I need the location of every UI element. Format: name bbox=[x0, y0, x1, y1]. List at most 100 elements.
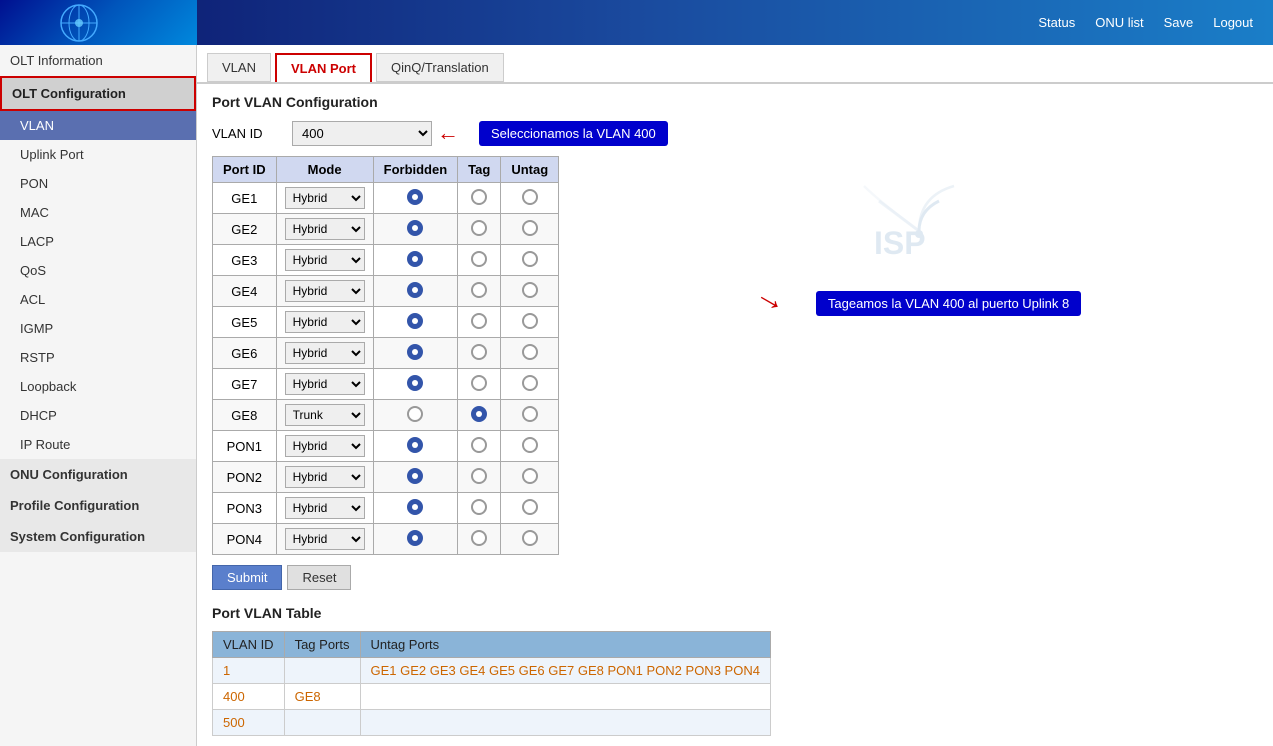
tab-vlan-port[interactable]: VLAN Port bbox=[275, 53, 372, 82]
forbidden-cell[interactable] bbox=[373, 462, 458, 493]
forbidden-cell[interactable] bbox=[373, 183, 458, 214]
tag-radio-empty[interactable] bbox=[471, 282, 487, 298]
tag-cell[interactable] bbox=[458, 431, 501, 462]
untag-cell[interactable] bbox=[501, 338, 559, 369]
untag-radio-empty[interactable] bbox=[522, 406, 538, 422]
tag-cell[interactable] bbox=[458, 183, 501, 214]
sidebar-item-igmp[interactable]: IGMP bbox=[0, 314, 196, 343]
forbidden-radio-filled[interactable] bbox=[407, 437, 423, 453]
forbidden-cell[interactable] bbox=[373, 245, 458, 276]
tag-radio-empty[interactable] bbox=[471, 344, 487, 360]
forbidden-radio-filled[interactable] bbox=[407, 313, 423, 329]
tag-radio-empty[interactable] bbox=[471, 499, 487, 515]
forbidden-radio-empty[interactable] bbox=[407, 406, 423, 422]
sidebar-item-ip-route[interactable]: IP Route bbox=[0, 430, 196, 459]
mode-select[interactable]: HybridTrunkAccess bbox=[285, 311, 365, 333]
nav-status[interactable]: Status bbox=[1038, 15, 1075, 30]
forbidden-radio-filled[interactable] bbox=[407, 375, 423, 391]
untag-cell[interactable] bbox=[501, 369, 559, 400]
untag-cell[interactable] bbox=[501, 183, 559, 214]
forbidden-radio-filled[interactable] bbox=[407, 282, 423, 298]
sidebar-item-loopback[interactable]: Loopback bbox=[0, 372, 196, 401]
tag-radio-empty[interactable] bbox=[471, 437, 487, 453]
untag-radio-empty[interactable] bbox=[522, 468, 538, 484]
tab-qinq[interactable]: QinQ/Translation bbox=[376, 53, 504, 82]
nav-save[interactable]: Save bbox=[1164, 15, 1194, 30]
tag-radio-filled[interactable] bbox=[471, 406, 487, 422]
forbidden-radio-filled[interactable] bbox=[407, 530, 423, 546]
forbidden-cell[interactable] bbox=[373, 307, 458, 338]
tag-cell[interactable] bbox=[458, 400, 501, 431]
forbidden-cell[interactable] bbox=[373, 493, 458, 524]
tag-cell[interactable] bbox=[458, 338, 501, 369]
sidebar-item-dhcp[interactable]: DHCP bbox=[0, 401, 196, 430]
untag-cell[interactable] bbox=[501, 400, 559, 431]
sidebar-item-system-config[interactable]: System Configuration bbox=[0, 521, 196, 552]
tab-vlan[interactable]: VLAN bbox=[207, 53, 271, 82]
mode-select[interactable]: HybridTrunkAccess bbox=[285, 373, 365, 395]
untag-cell[interactable] bbox=[501, 245, 559, 276]
reset-button[interactable]: Reset bbox=[287, 565, 351, 590]
mode-select[interactable]: HybridTrunkAccess bbox=[285, 466, 365, 488]
forbidden-radio-filled[interactable] bbox=[407, 344, 423, 360]
untag-cell[interactable] bbox=[501, 214, 559, 245]
mode-select[interactable]: HybridTrunkAccess bbox=[285, 218, 365, 240]
tag-radio-empty[interactable] bbox=[471, 468, 487, 484]
forbidden-radio-filled[interactable] bbox=[407, 468, 423, 484]
forbidden-cell[interactable] bbox=[373, 431, 458, 462]
forbidden-radio-filled[interactable] bbox=[407, 251, 423, 267]
submit-button[interactable]: Submit bbox=[212, 565, 282, 590]
untag-cell[interactable] bbox=[501, 462, 559, 493]
untag-radio-empty[interactable] bbox=[522, 437, 538, 453]
sidebar-item-acl[interactable]: ACL bbox=[0, 285, 196, 314]
vlan-id-select[interactable]: 400 1 500 bbox=[292, 121, 432, 146]
tag-cell[interactable] bbox=[458, 307, 501, 338]
mode-select[interactable]: HybridTrunkAccess bbox=[285, 497, 365, 519]
forbidden-radio-filled[interactable] bbox=[407, 189, 423, 205]
tag-cell[interactable] bbox=[458, 276, 501, 307]
mode-select[interactable]: HybridTrunkAccess bbox=[285, 528, 365, 550]
tag-cell[interactable] bbox=[458, 462, 501, 493]
tag-radio-empty[interactable] bbox=[471, 530, 487, 546]
mode-select[interactable]: HybridTrunkAccess bbox=[285, 435, 365, 457]
sidebar-item-rstp[interactable]: RSTP bbox=[0, 343, 196, 372]
untag-cell[interactable] bbox=[501, 276, 559, 307]
untag-radio-empty[interactable] bbox=[522, 251, 538, 267]
forbidden-cell[interactable] bbox=[373, 276, 458, 307]
tag-cell[interactable] bbox=[458, 369, 501, 400]
forbidden-cell[interactable] bbox=[373, 214, 458, 245]
sidebar-section-olt-config[interactable]: OLT Configuration bbox=[0, 76, 196, 111]
sidebar-item-mac[interactable]: MAC bbox=[0, 198, 196, 227]
tag-cell[interactable] bbox=[458, 524, 501, 555]
tag-radio-empty[interactable] bbox=[471, 313, 487, 329]
mode-select[interactable]: HybridTrunkAccess bbox=[285, 280, 365, 302]
forbidden-cell[interactable] bbox=[373, 369, 458, 400]
sidebar-item-lacp[interactable]: LACP bbox=[0, 227, 196, 256]
untag-cell[interactable] bbox=[501, 431, 559, 462]
tag-radio-empty[interactable] bbox=[471, 251, 487, 267]
forbidden-cell[interactable] bbox=[373, 400, 458, 431]
mode-select[interactable]: HybridTrunkAccess bbox=[285, 249, 365, 271]
forbidden-cell[interactable] bbox=[373, 524, 458, 555]
sidebar-item-onu-config[interactable]: ONU Configuration bbox=[0, 459, 196, 490]
untag-radio-empty[interactable] bbox=[522, 375, 538, 391]
nav-logout[interactable]: Logout bbox=[1213, 15, 1253, 30]
mode-select[interactable]: HybridTrunkAccess bbox=[285, 187, 365, 209]
sidebar-item-vlan[interactable]: VLAN bbox=[0, 111, 196, 140]
mode-select[interactable]: HybridTrunkAccess bbox=[285, 342, 365, 364]
untag-cell[interactable] bbox=[501, 524, 559, 555]
tag-cell[interactable] bbox=[458, 493, 501, 524]
sidebar-item-uplink-port[interactable]: Uplink Port bbox=[0, 140, 196, 169]
sidebar-item-olt-information[interactable]: OLT Information bbox=[0, 45, 196, 76]
forbidden-cell[interactable] bbox=[373, 338, 458, 369]
untag-radio-empty[interactable] bbox=[522, 344, 538, 360]
mode-select[interactable]: HybridTrunkAccess bbox=[285, 404, 365, 426]
untag-radio-empty[interactable] bbox=[522, 282, 538, 298]
untag-radio-empty[interactable] bbox=[522, 499, 538, 515]
untag-radio-empty[interactable] bbox=[522, 530, 538, 546]
nav-onu-list[interactable]: ONU list bbox=[1095, 15, 1143, 30]
sidebar-item-qos[interactable]: QoS bbox=[0, 256, 196, 285]
untag-radio-empty[interactable] bbox=[522, 313, 538, 329]
tag-radio-empty[interactable] bbox=[471, 220, 487, 236]
untag-cell[interactable] bbox=[501, 493, 559, 524]
